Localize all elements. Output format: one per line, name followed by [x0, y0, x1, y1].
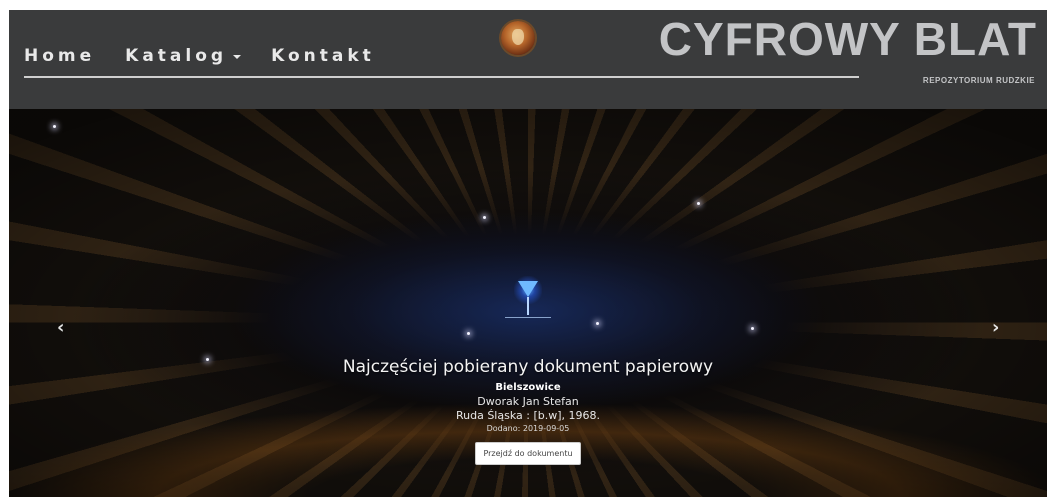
nav-item-kontakt[interactable]: Kontakt — [271, 46, 375, 66]
sparkle — [53, 125, 56, 128]
caption-heading: Najczęściej pobierany dokument papierowy — [342, 357, 714, 377]
hero-carousel: ‹ › Najczęściej pobierany dokument papie… — [9, 109, 1047, 497]
page-frame: Home Katalog Kontakt CYFROWY BLAT REPOZY… — [9, 10, 1047, 497]
nav-divider — [24, 76, 859, 78]
sparkle — [467, 332, 470, 335]
nav-item-label: Kontakt — [271, 46, 375, 66]
go-to-document-button[interactable]: Przejdź do dokumentu — [475, 442, 581, 465]
sparkle — [751, 327, 754, 330]
light-fixture — [518, 281, 538, 297]
nav-item-katalog[interactable]: Katalog — [125, 46, 242, 66]
coat-of-arms-emblem[interactable] — [501, 21, 535, 55]
light-stem — [527, 297, 529, 315]
document-publication: Ruda Śląska : [b.w], 1968. — [455, 409, 600, 422]
chevron-left-icon[interactable]: ‹ — [57, 317, 64, 338]
navbar: Home Katalog Kontakt CYFROWY BLAT REPOZY… — [9, 10, 1047, 109]
sparkle — [697, 202, 700, 205]
main-menu: Home Katalog Kontakt — [24, 46, 405, 66]
nav-item-label: Home — [24, 46, 96, 66]
document-title: Bielszowice — [495, 382, 561, 393]
brand-title[interactable]: CYFROWY BLAT — [659, 16, 1037, 62]
caret-down-icon — [233, 55, 242, 59]
sparkle — [596, 322, 599, 325]
light-base — [505, 317, 551, 318]
nav-item-label: Katalog — [125, 46, 228, 66]
sparkle — [483, 216, 486, 219]
document-added-date: Dodano: 2019-09-05 — [486, 424, 570, 433]
chevron-right-icon[interactable]: › — [992, 317, 999, 338]
nav-item-home[interactable]: Home — [24, 46, 95, 66]
brand-subtitle: REPOZYTORIUM RUDZKIE — [922, 76, 1035, 85]
document-author: Dworak Jan Stefan — [477, 395, 579, 408]
carousel-caption: Najczęściej pobierany dokument papierowy… — [9, 356, 1047, 465]
